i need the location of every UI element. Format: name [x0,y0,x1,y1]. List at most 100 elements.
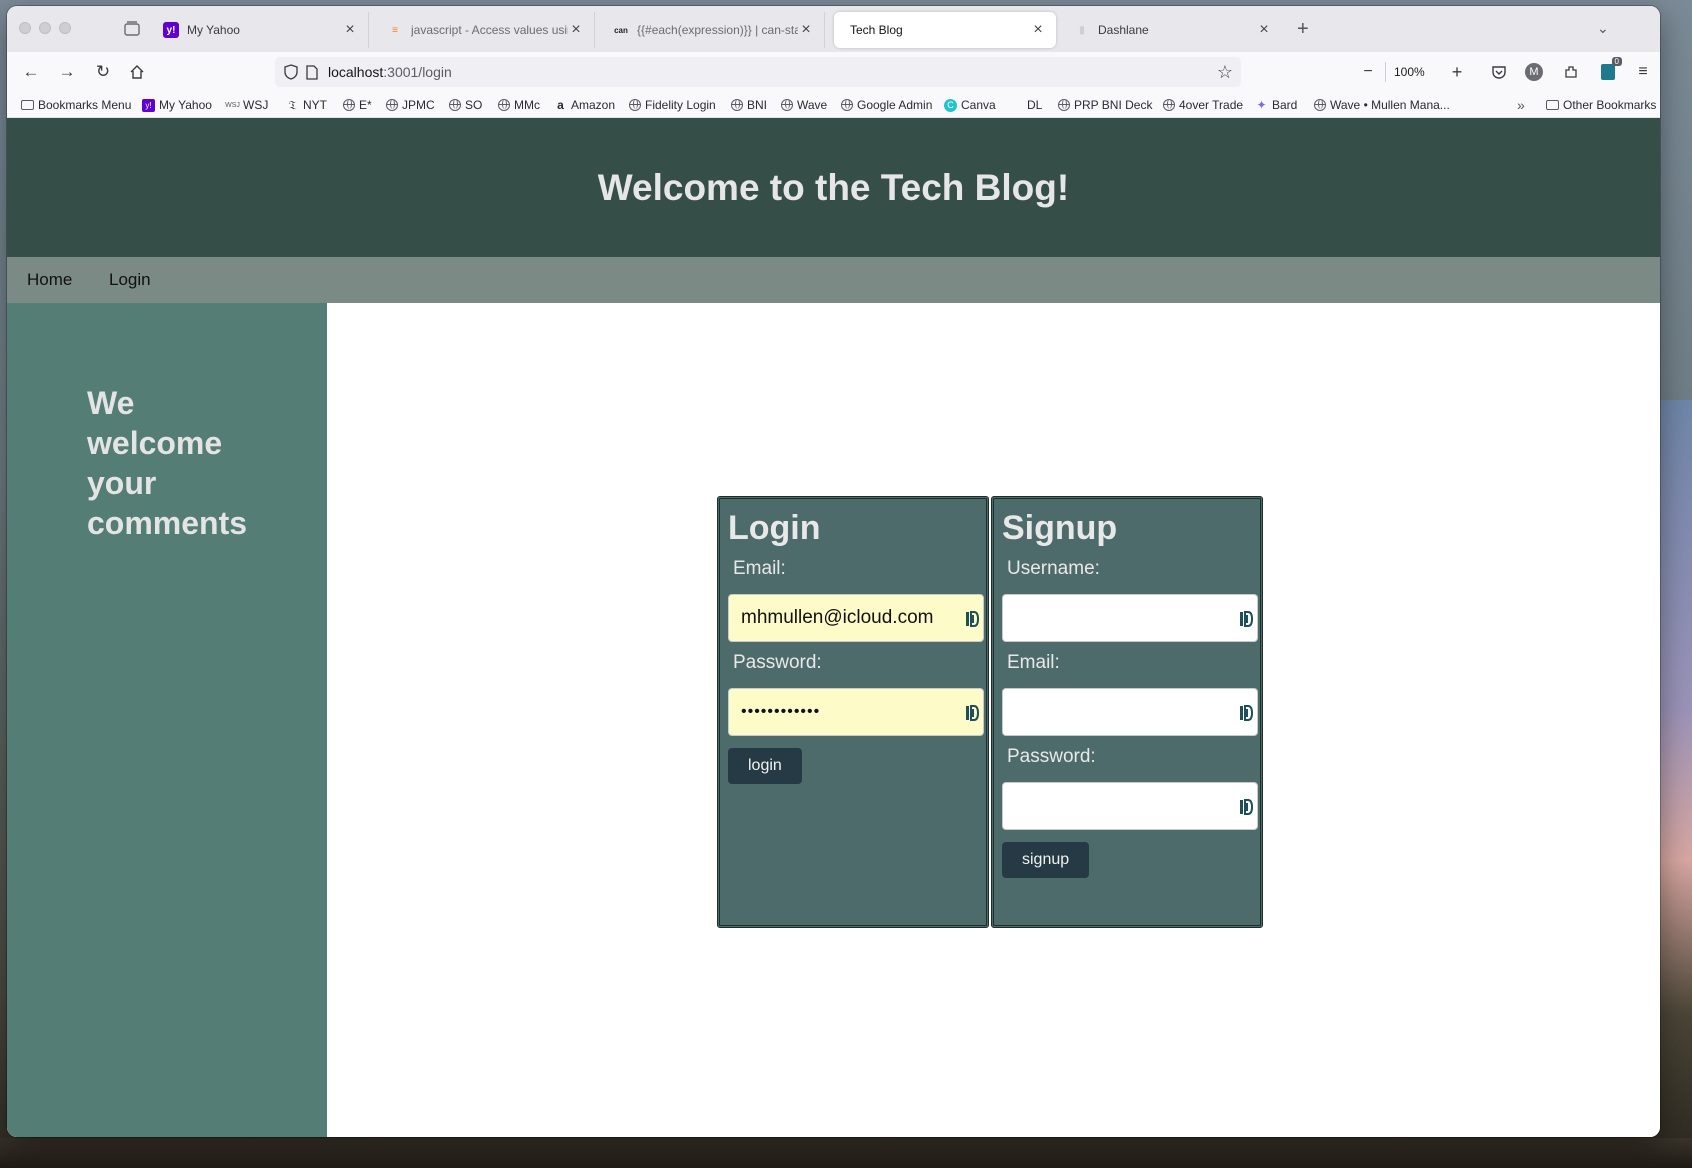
username-label: Username: [1007,558,1100,579]
signup-username-field[interactable] [1002,594,1258,642]
dashlane-icon: ▮ [1079,24,1085,36]
dashlane-extension-icon[interactable]: 0 [1596,57,1622,84]
bookmark-bard[interactable]: ✦ Bard [1255,96,1297,114]
nav-link-home[interactable]: Home [27,270,72,290]
globe-icon [1313,99,1326,112]
minimize-window-button[interactable] [39,22,51,34]
yahoo-icon: y! [163,22,179,38]
close-window-button[interactable] [19,22,31,34]
bookmark-amazon[interactable]: a Amazon [554,96,615,114]
dashlane-autofill-icon[interactable] [1239,704,1253,722]
url-path: :3001/login [383,64,452,80]
tab-title: javascript - Access values using [411,23,568,37]
home-icon[interactable] [125,60,149,84]
nav-link-login[interactable]: Login [109,270,151,290]
login-email-value: mhmullen@icloud.com [741,607,934,628]
site-nav: Home Login [7,257,1660,303]
close-icon[interactable]: × [1256,22,1272,38]
bookmark-my-yahoo[interactable]: y! My Yahoo [142,96,212,114]
reload-icon[interactable]: ↻ [91,60,115,84]
zoom-in-icon[interactable]: + [1445,60,1469,84]
tab-dashlane[interactable]: ▮ Dashlane × [1064,12,1282,48]
close-icon[interactable]: × [342,22,358,38]
bookmark-wave-mullen[interactable]: Wave • Mullen Mana... [1313,96,1450,114]
amazon-icon: a [557,98,564,112]
zoom-window-button[interactable] [59,22,71,34]
page-icon[interactable] [306,64,318,80]
login-heading: Login [728,509,821,547]
globe-icon [1057,99,1070,112]
forward-arrow-icon[interactable]: → [55,60,79,84]
pocket-icon[interactable] [1487,60,1511,84]
globe-icon [448,99,461,112]
folder-icon [1546,99,1559,112]
url-bar[interactable]: localhost:3001/login ☆ [275,57,1241,87]
new-tab-button[interactable]: + [1297,19,1309,39]
navigation-toolbar: ← → ↻ localhost:3001/login ☆ − 100% + M [7,52,1660,92]
bookmark-e-trade[interactable]: E* [342,96,372,114]
globe-icon [497,99,510,112]
signup-button[interactable]: signup [1002,842,1090,878]
bookmark-wsj[interactable]: WSJ WSJ [225,96,268,114]
password-label: Password: [1007,746,1096,767]
bookmark-4over-trade[interactable]: 4over Trade [1162,96,1243,114]
zoom-level[interactable]: 100% [1394,61,1425,83]
bookmark-wave[interactable]: Wave [780,96,827,114]
signup-password-field[interactable] [1002,782,1258,830]
tab-canjs[interactable]: can {{#each(expression)}} | can-sta × [603,12,825,48]
bookmark-mmc[interactable]: MMc [497,96,540,114]
url-host: localhost [328,64,384,80]
extension-badge: 0 [1611,57,1622,66]
signup-form: Signup Username: Email: Password: signup [991,496,1263,928]
bookmark-nyt[interactable]: 𝔗 NYT [286,96,327,114]
yahoo-icon: y! [142,98,155,112]
bookmark-canva[interactable]: C Canva [944,96,996,114]
bookmark-fidelity-login[interactable]: Fidelity Login [628,96,716,114]
dashlane-autofill-icon[interactable] [965,704,979,722]
page-content: Welcome to the Tech Blog! Home Login We … [7,118,1660,1137]
tab-strip: y! My Yahoo × ≡ javascript - Access valu… [7,6,1660,52]
bookmark-dl[interactable]: DL [1027,96,1042,114]
bookmark-bookmarks-menu[interactable]: Bookmarks Menu [21,96,131,114]
chevron-right-double-icon[interactable]: » [1517,96,1525,114]
zoom-out-icon[interactable]: − [1356,60,1380,84]
login-password-field[interactable]: •••••••••••• [728,688,984,736]
page-title: Welcome to the Tech Blog! [597,166,1070,208]
bookmark-bni[interactable]: BNI [730,96,767,114]
close-icon[interactable]: × [568,22,584,38]
sidebar-heading: We welcome your comments [87,385,248,541]
login-email-field[interactable]: mhmullen@icloud.com [728,594,984,642]
bookmark-so[interactable]: SO [448,96,482,114]
tab-my-yahoo[interactable]: y! My Yahoo × [153,12,369,48]
menu-icon[interactable]: ≡ [1631,60,1655,84]
bookmark-other-bookmarks[interactable]: Other Bookmarks [1546,96,1656,114]
bookmark-jpmc[interactable]: JPMC [385,96,435,114]
login-button[interactable]: login [728,748,802,784]
signup-email-field[interactable] [1002,688,1258,736]
bookmark-prp-bni-deck[interactable]: PRP BNI Deck [1057,96,1152,114]
email-label: Email: [1007,652,1060,673]
tab-overview-icon[interactable] [122,19,142,39]
profile-avatar[interactable]: M [1522,60,1546,84]
tab-title: Tech Blog [850,23,903,37]
browser-window: y! My Yahoo × ≡ javascript - Access valu… [7,6,1660,1137]
close-icon[interactable]: × [798,22,814,38]
stackoverflow-icon: ≡ [392,24,398,36]
tab-javascript[interactable]: ≡ javascript - Access values using × [377,12,595,48]
extensions-icon[interactable] [1559,60,1583,84]
dashlane-autofill-icon[interactable] [965,610,979,628]
bard-icon: ✦ [1256,98,1267,112]
dashlane-autofill-icon[interactable] [1239,798,1253,816]
star-icon[interactable]: ☆ [1217,62,1233,83]
close-icon[interactable]: × [1030,22,1046,38]
tab-tech-blog[interactable]: Tech Blog × [834,12,1056,48]
shield-icon[interactable] [284,64,298,80]
back-arrow-icon[interactable]: ← [19,60,43,84]
login-password-value: •••••••••••• [741,703,821,720]
chevron-down-icon[interactable]: ⌄ [1597,20,1609,37]
login-form: Login Email: mhmullen@icloud.com Passwor… [717,496,989,928]
canjs-icon: can [614,25,628,35]
globe-icon [840,99,853,112]
dashlane-autofill-icon[interactable] [1239,610,1253,628]
bookmark-google-admin[interactable]: Google Admin [840,96,932,114]
